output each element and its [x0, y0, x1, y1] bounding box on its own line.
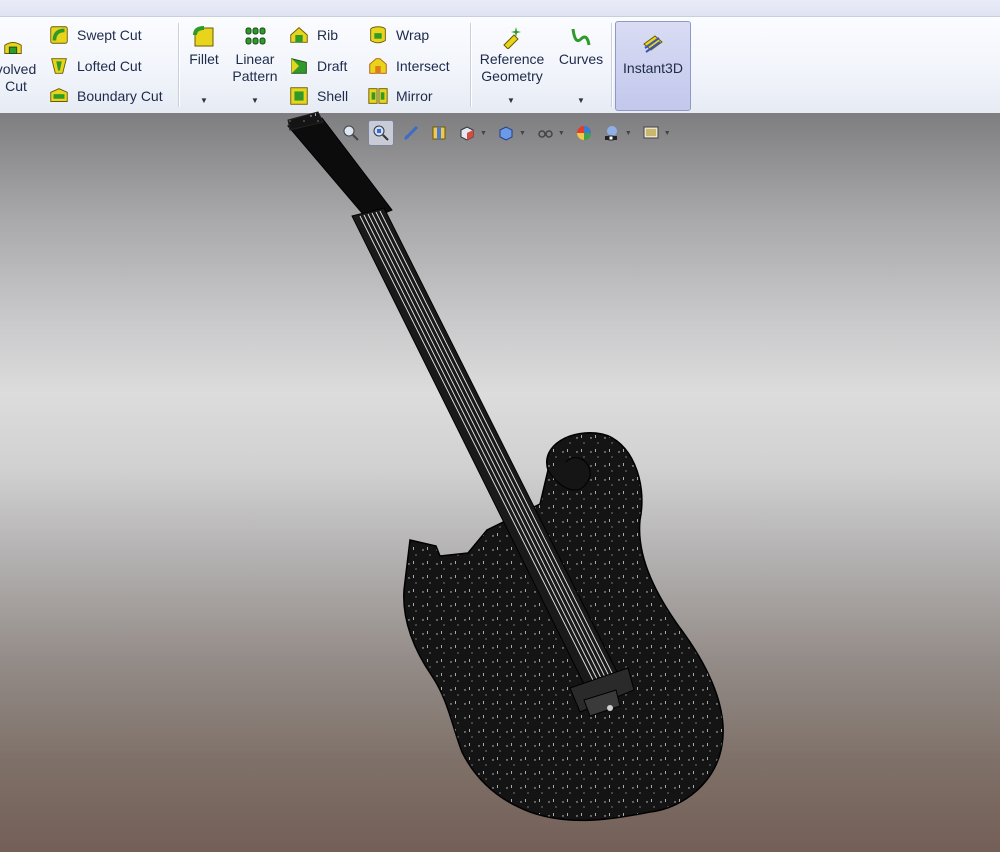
section-view-icon	[432, 126, 446, 140]
zoom-to-fit-icon	[343, 125, 359, 141]
zoom-to-area-icon	[373, 125, 389, 141]
view-orientation-button[interactable]	[456, 122, 478, 144]
apply-scene-dropdown-arrow[interactable]: ▼	[625, 130, 632, 137]
section-view-button[interactable]	[428, 122, 450, 144]
display-style-dropdown-arrow[interactable]: ▼	[519, 130, 526, 137]
previous-view-icon	[403, 125, 419, 141]
display-style-button[interactable]	[495, 122, 517, 144]
zoom-to-area-button[interactable]	[368, 120, 394, 146]
view-orientation-icon	[460, 126, 474, 141]
edit-appearance-icon	[576, 126, 591, 140]
heads-up-view-toolbar: ▼ ▼ ▼ ▼ ▼	[340, 120, 673, 146]
view-settings-dropdown-arrow[interactable]: ▼	[664, 130, 671, 137]
hide-show-items-icon	[538, 130, 553, 138]
hide-show-items-dropdown-arrow[interactable]: ▼	[558, 130, 565, 137]
display-style-icon	[499, 126, 513, 141]
view-settings-icon	[643, 126, 659, 139]
view-settings-button[interactable]	[640, 122, 662, 144]
view-orientation-dropdown-arrow[interactable]: ▼	[480, 130, 487, 137]
previous-view-button[interactable]	[400, 122, 422, 144]
apply-scene-button[interactable]	[601, 122, 623, 144]
apply-scene-icon	[604, 126, 617, 141]
edit-appearance-button[interactable]	[573, 122, 595, 144]
zoom-to-fit-button[interactable]	[340, 122, 362, 144]
hide-show-items-button[interactable]	[534, 122, 556, 144]
